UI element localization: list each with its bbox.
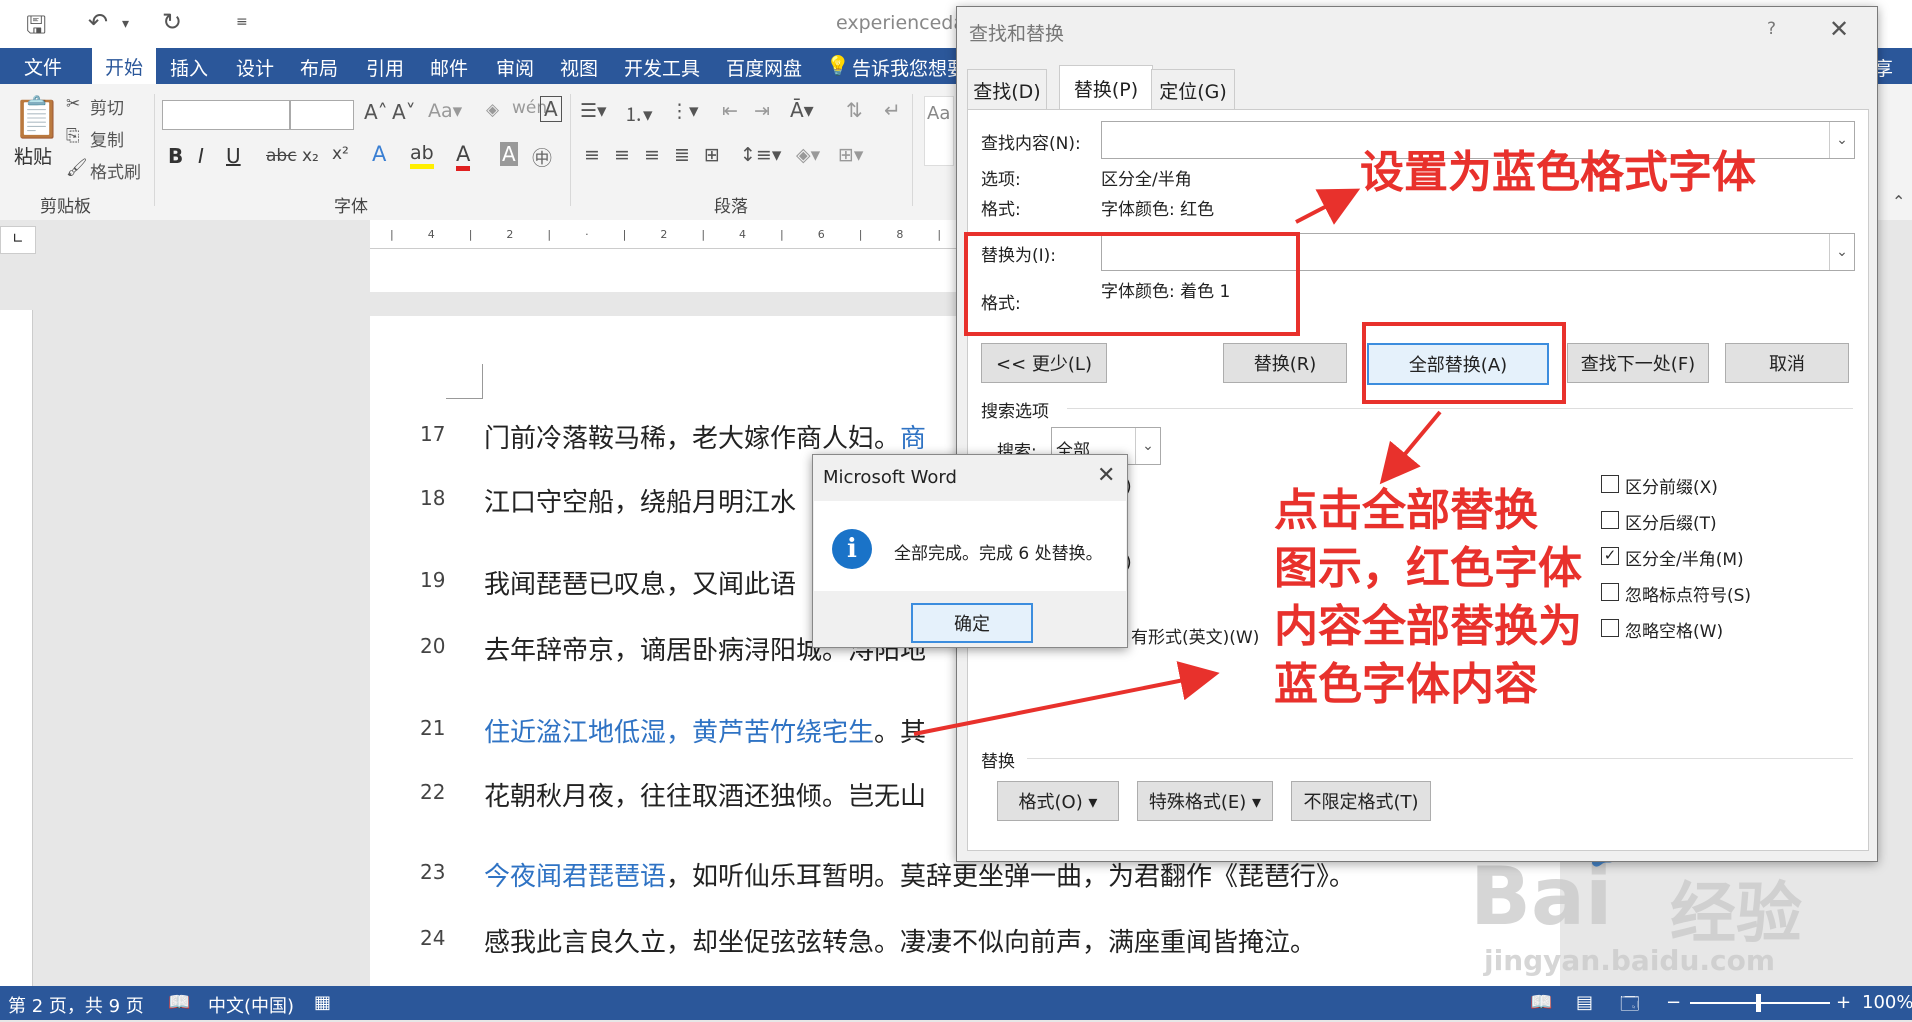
arrow-to-result [913,661,1220,736]
arrow-to-replace-all [1379,410,1442,485]
arrow-to-set-blue [1295,188,1361,225]
annotation-arrows [913,188,1442,736]
